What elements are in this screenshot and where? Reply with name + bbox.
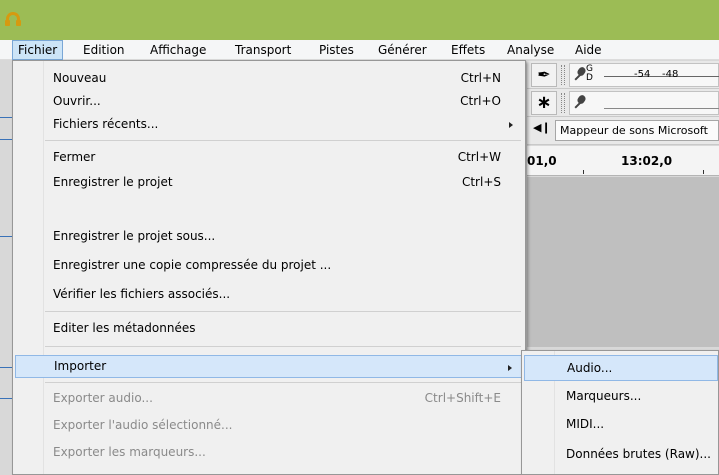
menu-item-enregistrer-projet[interactable]: Enregistrer le projet Ctrl+S — [15, 171, 523, 194]
menu-separator — [45, 346, 521, 347]
microphone-icon — [574, 67, 586, 83]
menu-item-enregistrer-sous[interactable]: Enregistrer le projet sous... — [15, 225, 523, 248]
menu-item-importer[interactable]: Importer — [15, 355, 523, 378]
timeline-tick — [703, 170, 704, 174]
meter-tick-label: -48 — [662, 69, 679, 80]
menu-item-editer-metadonnees[interactable]: Editer les métadonnées — [15, 317, 523, 340]
microphone-icon — [574, 95, 586, 111]
track-area[interactable] — [527, 177, 719, 347]
meter-scale-line — [604, 108, 719, 109]
menu-affichage[interactable]: Affichage — [145, 40, 211, 60]
menu-pistes[interactable]: Pistes — [314, 40, 359, 60]
menu-item-fichiers-recents[interactable]: Fichiers récents... — [15, 113, 523, 136]
timeline-tick — [583, 170, 584, 174]
menu-separator — [45, 140, 521, 141]
menu-generer[interactable]: Générer — [373, 40, 432, 60]
submenu-arrow-icon — [508, 365, 512, 371]
speaker-icon: ◀❙ — [533, 121, 551, 134]
import-submenu: Audio... Marqueurs... MIDI... Données br… — [521, 350, 719, 475]
meter-channel-labels: GD — [586, 64, 593, 83]
menu-bar: Fichier Edition Affichage Transport Pist… — [0, 40, 719, 60]
timeline-ruler[interactable]: 01,0 13:02,0 — [527, 146, 719, 176]
timeline-label: 01,0 — [527, 154, 557, 168]
menu-separator — [45, 311, 521, 312]
multi-tool-asterisk-icon[interactable]: ∗ — [531, 91, 557, 115]
file-menu-dropdown: Nouveau Ctrl+N Ouvrir... Ctrl+O Fichiers… — [12, 60, 526, 475]
submenu-item-marqueurs[interactable]: Marqueurs... — [524, 383, 718, 409]
title-bar — [0, 0, 719, 40]
submenu-item-midi[interactable]: MIDI... — [524, 411, 718, 437]
audacity-headphones-icon — [5, 12, 21, 26]
recording-meter[interactable] — [569, 91, 719, 115]
menu-fichier[interactable]: Fichier — [12, 40, 64, 60]
menu-item-copie-compressee[interactable]: Enregistrer une copie compressée du proj… — [15, 254, 523, 277]
menu-analyse[interactable]: Analyse — [502, 40, 559, 60]
submenu-arrow-icon — [509, 122, 513, 128]
menu-effets[interactable]: Effets — [446, 40, 490, 60]
menu-item-exporter-marqueurs[interactable]: Exporter les marqueurs... — [15, 441, 523, 464]
menu-item-nouveau[interactable]: Nouveau Ctrl+N — [15, 67, 523, 90]
menu-item-exporter-audio[interactable]: Exporter audio... Ctrl+Shift+E — [15, 387, 523, 410]
playback-meter[interactable]: GD -54 -48 — [569, 63, 719, 87]
meter-tick-label: -54 — [634, 69, 651, 80]
toolbar-grip[interactable] — [561, 65, 565, 85]
menu-transport[interactable]: Transport — [230, 40, 296, 60]
toolbar-row-2: ∗ — [527, 89, 719, 117]
menu-item-exporter-selection[interactable]: Exporter l'audio sélectionné... — [15, 414, 523, 437]
toolbar-grip[interactable] — [561, 93, 565, 113]
menu-edition[interactable]: Edition — [78, 40, 130, 60]
toolbar-row-1: ✒ GD -54 -48 — [527, 61, 719, 89]
menu-item-ouvrir[interactable]: Ouvrir... Ctrl+O — [15, 90, 523, 113]
draw-tool-pencil-icon[interactable]: ✒ — [531, 63, 557, 87]
menu-separator — [45, 382, 521, 383]
toolbar-area: ✒ GD -54 -48 ∗ ◀❙ Mappeur de sons Micros… — [527, 61, 719, 145]
timeline-label: 13:02,0 — [621, 154, 673, 168]
playback-device-select[interactable]: Mappeur de sons Microsoft — [555, 120, 719, 141]
menu-item-fermer[interactable]: Fermer Ctrl+W — [15, 146, 523, 169]
toolbar-row-3: ◀❙ Mappeur de sons Microsoft — [527, 117, 719, 145]
menu-aide[interactable]: Aide — [570, 40, 607, 60]
menu-item-verifier-fichiers[interactable]: Vérifier les fichiers associés... — [15, 283, 523, 306]
submenu-item-donnees-brutes[interactable]: Données brutes (Raw)... — [524, 441, 718, 467]
submenu-item-audio[interactable]: Audio... — [524, 355, 718, 381]
